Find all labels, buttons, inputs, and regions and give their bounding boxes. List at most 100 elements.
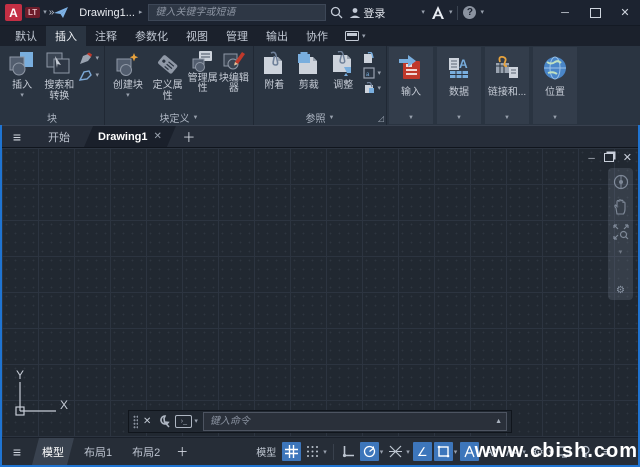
new-drawing-tab-button[interactable]: ＋	[176, 126, 202, 147]
grid-icon	[285, 445, 299, 458]
block-editor-icon	[222, 48, 246, 74]
panel-block-title[interactable]: 块	[0, 110, 104, 125]
command-line-bar: ✕ ›_ ▾ ▲	[128, 410, 512, 433]
title-bar: A LT ▾ » Drawing1... ▸ 登录 ▾ ▾ ? ▾ ─ ✕	[0, 0, 640, 26]
panel-data-collapsed[interactable]: A 数据 ▼	[437, 47, 481, 124]
polar-tracking-icon	[363, 445, 375, 458]
tab-output[interactable]: 输出	[257, 26, 297, 46]
app-store-icon[interactable]	[431, 6, 445, 19]
panel-location-collapsed[interactable]: 位置 ▼	[533, 47, 577, 124]
recent-commands-button[interactable]: ›_ ▾	[175, 415, 198, 428]
model-space-toggle[interactable]: 模型	[252, 442, 280, 461]
layout-tab-layout1[interactable]: 布局1	[74, 438, 122, 465]
tab-insert[interactable]: 插入	[46, 26, 86, 46]
adjust-button[interactable]: 调整	[326, 47, 361, 91]
manage-attributes-button[interactable]: 管理属性	[188, 47, 218, 94]
help-icon[interactable]: ?	[463, 6, 477, 19]
zoom-extents-icon[interactable]	[612, 224, 629, 240]
tab-default[interactable]: 默认	[6, 26, 46, 46]
tab-manage[interactable]: 管理	[217, 26, 257, 46]
chevron-down-icon[interactable]: ▾	[454, 448, 458, 456]
file-tab-start[interactable]: 开始	[34, 126, 84, 147]
chevron-down-icon: ▼	[552, 115, 558, 121]
signin-label[interactable]: 登录	[363, 5, 385, 21]
block-editor-button[interactable]: 块编辑器	[218, 47, 250, 94]
snap-mode-toggle[interactable]	[303, 442, 322, 461]
tab-parametric[interactable]: 参数化	[126, 26, 177, 46]
tab-collaborate[interactable]: 协作	[297, 26, 337, 46]
tab-annotate[interactable]: 注释	[86, 26, 126, 46]
drawing-canvas[interactable]: ─ ✕ ▾ ⚙ Y X	[2, 148, 638, 437]
navigation-wheel-icon[interactable]	[613, 174, 629, 190]
layout-tab-model[interactable]: 模型	[32, 438, 74, 465]
search-box[interactable]	[148, 4, 327, 21]
clip-button[interactable]: 剪裁	[292, 47, 327, 91]
otrack-icon	[389, 445, 403, 458]
isometric-drafting-toggle[interactable]: ∠	[412, 442, 432, 461]
command-line-close-icon[interactable]: ✕	[143, 416, 151, 427]
user-icon[interactable]	[349, 7, 361, 19]
attribute-display-button[interactable]: ▾	[79, 52, 99, 65]
panel-block: 插入 ▾ 搜索和转换 ▾ ▾ 块	[0, 46, 105, 125]
chevron-down-icon[interactable]: ▾	[406, 448, 410, 456]
new-layout-button[interactable]: ＋	[170, 443, 194, 460]
chevron-down-icon[interactable]: ▾	[380, 448, 384, 456]
command-input-field[interactable]: ▲	[202, 412, 507, 431]
command-input[interactable]	[207, 415, 496, 428]
pan-hand-icon[interactable]	[613, 199, 628, 215]
chevron-down-icon[interactable]: ▾	[43, 9, 47, 16]
frame-setting-button[interactable]: a ▾	[362, 67, 381, 79]
chevron-down-icon[interactable]: ▾	[449, 9, 453, 16]
command-line-drag-grip[interactable]	[133, 414, 138, 429]
share-icon[interactable]	[54, 6, 69, 19]
drawing-close-button[interactable]: ✕	[623, 151, 632, 164]
customize-wrench-icon[interactable]	[156, 415, 171, 428]
create-block-button[interactable]: 创建块 ▾	[108, 47, 148, 99]
drawing-minimize-button[interactable]: ─	[588, 153, 594, 163]
app-menu-button[interactable]: A	[5, 4, 22, 21]
underlay-layers-icon	[363, 52, 374, 63]
object-snap-toggle[interactable]	[433, 442, 453, 461]
chevron-down-icon: ▾	[95, 72, 99, 79]
grid-toggle[interactable]	[282, 442, 302, 461]
minimize-button[interactable]: ─	[550, 0, 580, 26]
maximize-button[interactable]	[580, 0, 610, 26]
panel-linking-collapsed[interactable]: 链接和... ▼	[485, 47, 529, 124]
search-icon[interactable]	[330, 6, 343, 19]
chevron-down-icon[interactable]: ▾	[421, 9, 425, 16]
chevron-right-icon[interactable]: ▸	[139, 9, 143, 16]
attach-icon	[261, 48, 287, 80]
insert-block-button[interactable]: 插入 ▾	[3, 47, 41, 99]
underlay-layers-button[interactable]	[363, 52, 382, 64]
navigation-bar: ▾ ⚙	[608, 168, 633, 300]
layout-tab-layout2[interactable]: 布局2	[122, 438, 170, 465]
snap-to-underlay-button[interactable]: ▾	[363, 82, 381, 94]
search-convert-button[interactable]: 搜索和转换	[41, 47, 77, 102]
attribute-visibility-icon	[79, 70, 93, 81]
chevron-down-icon[interactable]: ▾	[480, 9, 484, 16]
ortho-toggle[interactable]	[339, 442, 358, 461]
quick-access-expand-icon[interactable]: »	[49, 7, 54, 18]
drawing-restore-button[interactable]	[603, 153, 614, 162]
close-button[interactable]: ✕	[610, 0, 640, 26]
layout-menu-button[interactable]: ≡	[2, 444, 32, 460]
attach-button[interactable]: 附着	[257, 47, 292, 91]
dialog-launcher-icon[interactable]: ◿	[378, 114, 384, 123]
define-attributes-button[interactable]: 定义属性	[148, 47, 188, 102]
chevron-down-icon[interactable]: ▾	[323, 448, 327, 456]
panel-reference-title[interactable]: 参照 ▼ ◿	[254, 110, 386, 125]
polar-tracking-toggle[interactable]	[359, 442, 379, 461]
object-snap-tracking-toggle[interactable]	[386, 442, 405, 461]
tab-view[interactable]: 视图	[177, 26, 217, 46]
file-tab-drawing1[interactable]: Drawing1 ✕	[84, 126, 176, 147]
chevron-down-icon[interactable]: ▾	[619, 249, 623, 256]
attribute-visibility-button[interactable]: ▾	[79, 69, 99, 82]
panel-import-collapsed[interactable]: 输入 ▼	[389, 47, 433, 124]
ribbon-display-toggle[interactable]: ▾	[345, 26, 366, 46]
close-tab-icon[interactable]: ✕	[154, 131, 162, 142]
panel-block-definition-title[interactable]: 块定义 ▼	[105, 110, 253, 125]
search-input[interactable]	[153, 6, 322, 19]
file-tabs-menu-button[interactable]: ≡	[0, 126, 34, 147]
navbar-settings-gear-icon[interactable]: ⚙	[616, 285, 625, 296]
command-history-expand-icon[interactable]: ▲	[495, 418, 502, 425]
